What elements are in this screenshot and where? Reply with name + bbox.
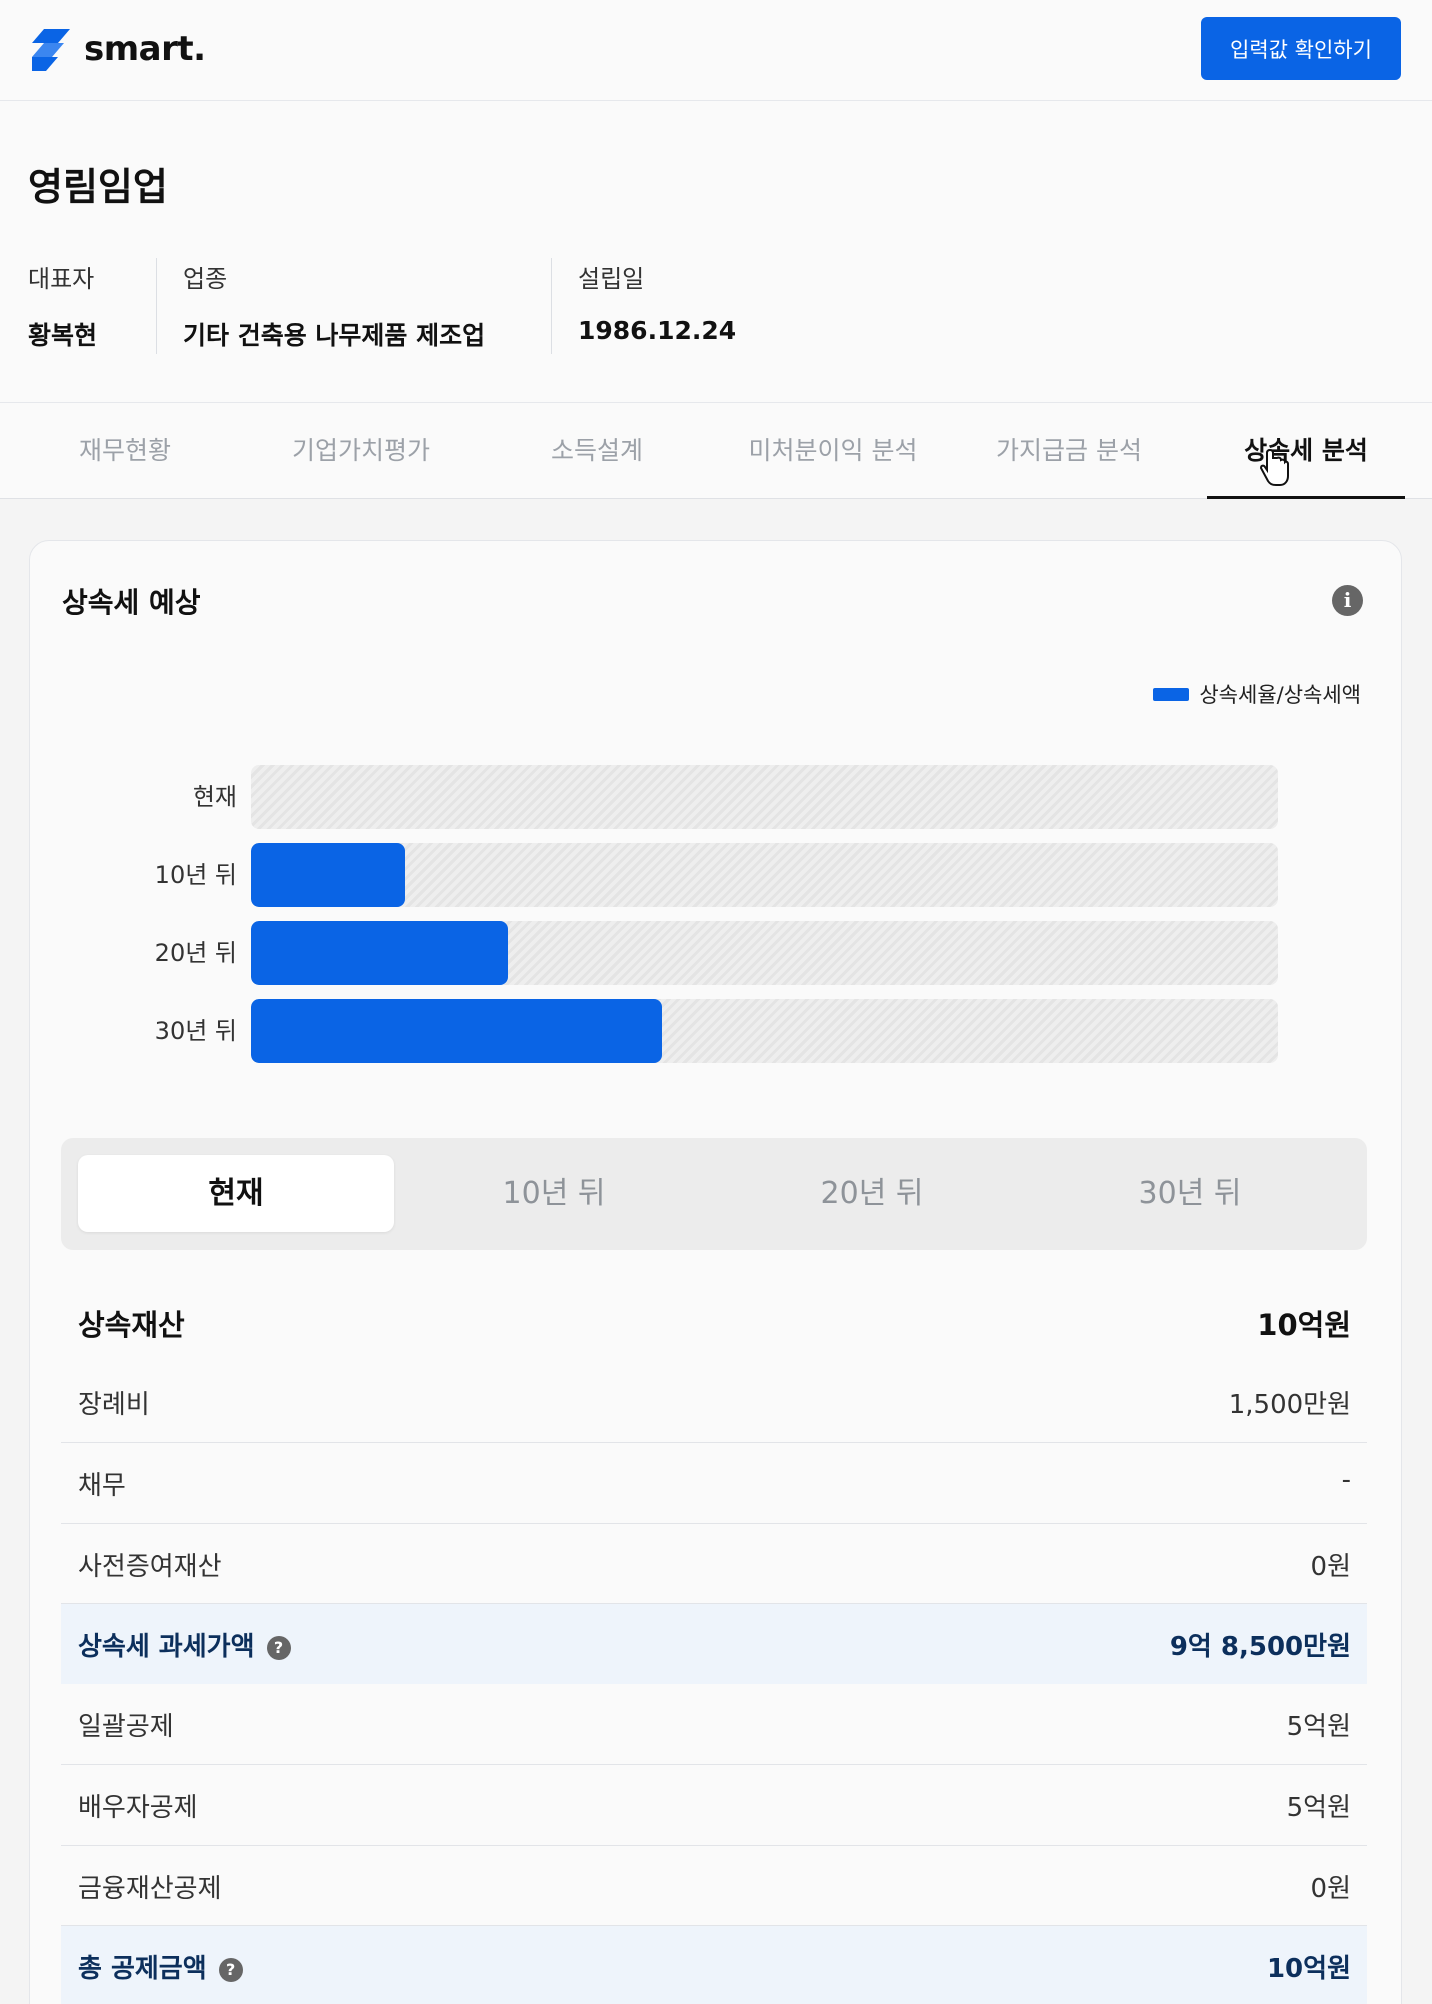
smart-logo-icon — [32, 29, 70, 71]
chart-row: 현재 — [30, 765, 1403, 829]
row-value: 0원 — [1310, 1874, 1351, 1904]
row-label: 금융재산공제 — [78, 1874, 222, 1904]
info-icon[interactable]: i — [1332, 585, 1363, 616]
chart-row: 20년 뒤 — [30, 921, 1403, 985]
industry-value: 기타 건축용 나무제품 제조업 — [183, 321, 486, 350]
row-value: 9억 8,500만원 — [1169, 1632, 1351, 1662]
tab-company-valuation[interactable]: 기업가치평가 — [261, 403, 461, 499]
period-option-10y[interactable]: 10년 뒤 — [396, 1155, 712, 1232]
chart-category-label: 30년 뒤 — [154, 1017, 237, 1045]
row-value: 5억원 — [1286, 1712, 1351, 1742]
table-row: 사전증여재산 0원 — [61, 1524, 1367, 1604]
chart-track — [251, 765, 1278, 829]
table-row: 배우자공제 5억원 — [61, 1765, 1367, 1846]
hand-cursor-icon — [1260, 448, 1289, 486]
chart-bar — [251, 843, 405, 907]
representative-block: 대표자 황복현 — [28, 259, 97, 352]
legend-swatch — [1153, 687, 1190, 701]
row-value: 10억원 — [1266, 1954, 1351, 1984]
chart-track — [251, 843, 1278, 907]
row-label-text: 총 공제금액 — [78, 1954, 207, 1984]
tab-financial-status[interactable]: 재무현황 — [25, 403, 225, 499]
row-label: 상속재산 — [78, 1308, 185, 1342]
table-row-highlight: 총 공제금액? 10억원 — [61, 1926, 1367, 2004]
table-row: 채무 - — [61, 1443, 1367, 1524]
logo-text: smart. — [84, 29, 206, 69]
chart-row: 10년 뒤 — [30, 843, 1403, 907]
table-row: 상속재산 10억원 — [61, 1282, 1367, 1362]
row-label: 사전증여재산 — [78, 1552, 222, 1582]
founded-value: 1986.12.24 — [578, 316, 737, 345]
row-label: 상속세 과세가액? — [78, 1626, 291, 1663]
row-label: 배우자공제 — [78, 1793, 198, 1823]
company-name: 영림임업 — [28, 165, 168, 209]
row-label: 장례비 — [78, 1390, 150, 1420]
company-info: 영림임업 대표자 황복현 업종 기타 건축용 나무제품 제조업 설립일 1986… — [0, 101, 1432, 403]
row-value: 10억원 — [1257, 1308, 1351, 1342]
info-divider — [156, 258, 157, 354]
representative-value: 황복현 — [28, 321, 98, 350]
row-value: 0원 — [1310, 1552, 1351, 1582]
period-option-20y[interactable]: 20년 뒤 — [714, 1155, 1030, 1232]
table-row: 일괄공제 5억원 — [61, 1684, 1367, 1765]
founded-label: 설립일 — [578, 265, 645, 293]
period-option-30y[interactable]: 30년 뒤 — [1032, 1155, 1348, 1232]
inheritance-tax-card: 상속세 예상 i 상속세율/상속세액 현재 10년 뒤 20년 뒤 30년 뒤 현재 … — [29, 540, 1402, 2004]
row-value: 1,500만원 — [1228, 1390, 1351, 1420]
chart-legend: 상속세율/상속세액 — [1153, 679, 1361, 709]
tab-inheritance-tax[interactable]: 상속세 분석 — [1207, 403, 1405, 499]
row-label: 일괄공제 — [78, 1712, 174, 1742]
period-option-now[interactable]: 현재 — [78, 1155, 394, 1232]
table-row: 장례비 1,500만원 — [61, 1362, 1367, 1443]
row-value: 5억원 — [1286, 1793, 1351, 1823]
help-icon[interactable]: ? — [266, 1635, 291, 1660]
industry-label: 업종 — [183, 265, 228, 293]
card-title: 상속세 예상 — [62, 586, 201, 619]
table-row: 금융재산공제 0원 — [61, 1846, 1367, 1926]
help-icon[interactable]: ? — [218, 1957, 243, 1982]
representative-label: 대표자 — [28, 265, 95, 293]
chart-category-label: 10년 뒤 — [154, 861, 237, 889]
info-divider — [551, 258, 552, 354]
tab-provisional-payment[interactable]: 가지급금 분석 — [969, 403, 1169, 499]
top-header: smart. 입력값 확인하기 — [0, 0, 1432, 101]
row-label: 총 공제금액? — [78, 1948, 243, 1985]
chart-track — [251, 999, 1278, 1063]
chart-bar — [251, 999, 662, 1063]
confirm-input-button[interactable]: 입력값 확인하기 — [1201, 17, 1401, 80]
row-value: - — [1341, 1465, 1351, 1495]
legend-label: 상속세율/상속세액 — [1199, 683, 1361, 707]
period-selector: 현재 10년 뒤 20년 뒤 30년 뒤 — [61, 1138, 1367, 1250]
industry-block: 업종 기타 건축용 나무제품 제조업 — [183, 259, 485, 352]
chart-bar — [251, 921, 508, 985]
chart-category-label: 현재 — [192, 783, 237, 811]
chart-category-label: 20년 뒤 — [154, 939, 237, 967]
chart-row: 30년 뒤 — [30, 999, 1403, 1063]
tab-retained-earnings[interactable]: 미처분이익 분석 — [733, 403, 933, 499]
tab-income-design[interactable]: 소득설계 — [497, 403, 697, 499]
table-row-highlight: 상속세 과세가액? 9억 8,500만원 — [61, 1604, 1367, 1684]
founded-block: 설립일 1986.12.24 — [578, 259, 736, 345]
logo[interactable]: smart. — [30, 26, 206, 72]
analysis-tabs: 재무현황 기업가치평가 소득설계 미처분이익 분석 가지급금 분석 상속세 분석 — [0, 403, 1432, 499]
row-label: 채무 — [78, 1471, 126, 1501]
row-label-text: 상속세 과세가액 — [78, 1632, 255, 1662]
chart-track — [251, 921, 1278, 985]
